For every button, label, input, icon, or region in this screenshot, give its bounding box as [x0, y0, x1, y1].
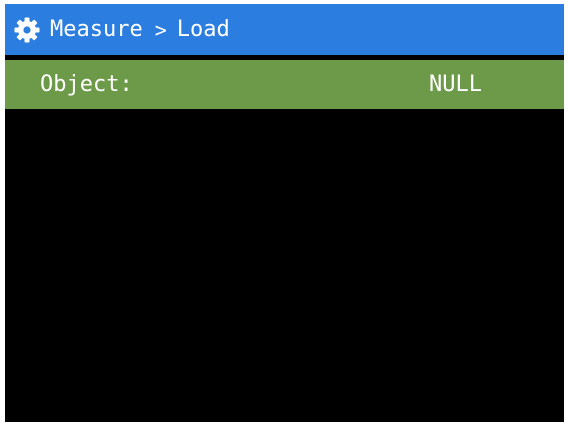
title-bar: Measure > Load	[5, 4, 564, 55]
breadcrumb-load: Load	[176, 17, 230, 42]
breadcrumb: Measure > Load	[50, 17, 230, 42]
object-value: NULL	[429, 72, 482, 97]
content-area	[5, 109, 564, 422]
breadcrumb-measure[interactable]: Measure	[50, 17, 143, 42]
device-screen: Measure > Load Object: NULL	[5, 4, 564, 422]
object-row[interactable]: Object: NULL	[5, 60, 564, 109]
breadcrumb-separator: >	[154, 17, 167, 42]
object-label: Object:	[40, 72, 133, 97]
gear-icon[interactable]	[12, 15, 42, 45]
